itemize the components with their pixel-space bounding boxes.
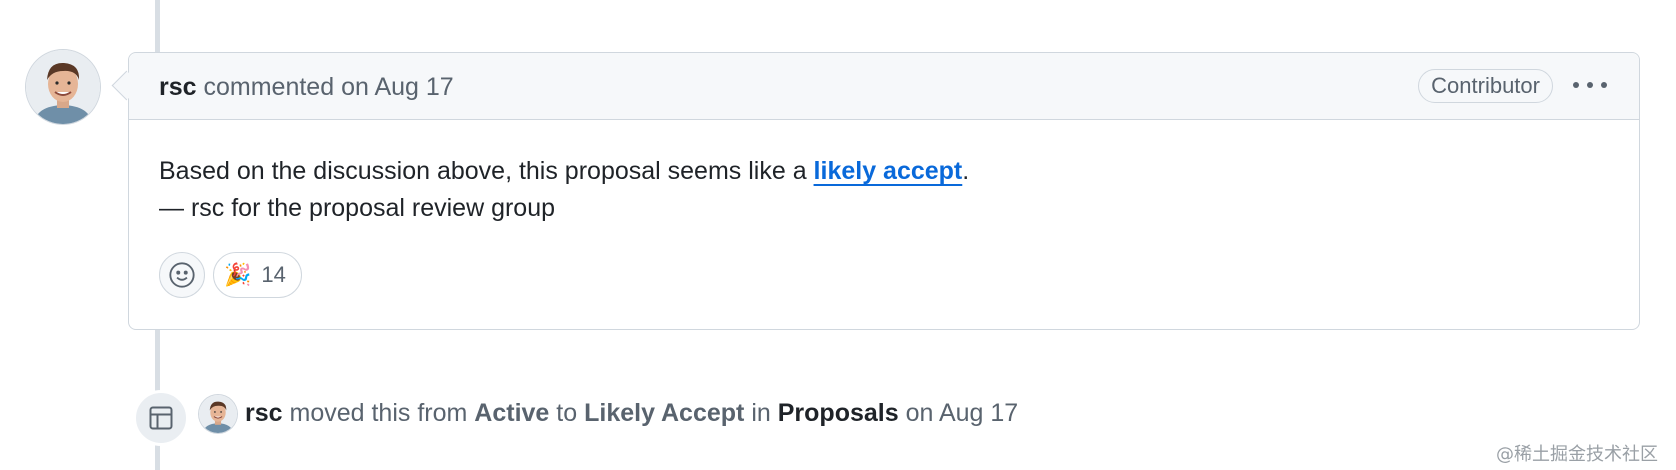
event-timestamp-link[interactable]: Aug 17 xyxy=(939,399,1018,427)
event-project-link[interactable]: Proposals xyxy=(778,399,899,427)
watermark: @稀土掘金技术社区 xyxy=(1496,444,1658,465)
smiley-icon xyxy=(169,262,195,288)
reaction-count: 14 xyxy=(261,262,286,287)
add-reaction-button[interactable] xyxy=(159,252,205,298)
table-icon xyxy=(149,406,173,430)
comment-timestamp-link[interactable]: Aug 17 xyxy=(374,73,453,101)
comment: rsc commented on Aug 17 Contributor Base… xyxy=(128,52,1640,330)
comment-body-line-2: — rsc for the proposal review group xyxy=(159,194,556,222)
comment-date-prefix: on xyxy=(341,73,369,101)
event-author-link[interactable]: rsc xyxy=(245,399,283,427)
event-in-word: in xyxy=(751,399,771,427)
comment-header-text: rsc commented on Aug 17 xyxy=(159,73,454,102)
event-to-word: to xyxy=(556,399,578,427)
comment-body: Based on the discussion above, this prop… xyxy=(159,153,969,227)
contributor-badge: Contributor xyxy=(1418,69,1553,103)
reaction-hooray-button[interactable]: 🎉 14 xyxy=(213,252,302,298)
event-avatar[interactable] xyxy=(199,395,237,433)
comment-author-link[interactable]: rsc xyxy=(159,73,197,101)
avatar[interactable] xyxy=(26,50,100,124)
kebab-horizontal-icon[interactable] xyxy=(1573,71,1607,99)
timeline-event-text: rsc moved this from Active to Likely Acc… xyxy=(245,399,1018,428)
likely-accept-link[interactable]: likely accept xyxy=(814,157,963,185)
comment-action: commented xyxy=(203,73,335,101)
event-date-prefix: on xyxy=(905,399,934,427)
comment-header: rsc commented on Aug 17 Contributor xyxy=(129,53,1639,120)
reactions-bar: 🎉 14 xyxy=(159,252,302,298)
comment-body-line-1: Based on the discussion above, this prop… xyxy=(159,157,970,185)
project-event-badge xyxy=(133,390,189,446)
event-to-column: Likely Accept xyxy=(584,399,745,427)
event-from-column: Active xyxy=(474,399,550,427)
party-popper-icon: 🎉 xyxy=(224,262,252,287)
event-moved-text: moved this from xyxy=(289,399,468,427)
